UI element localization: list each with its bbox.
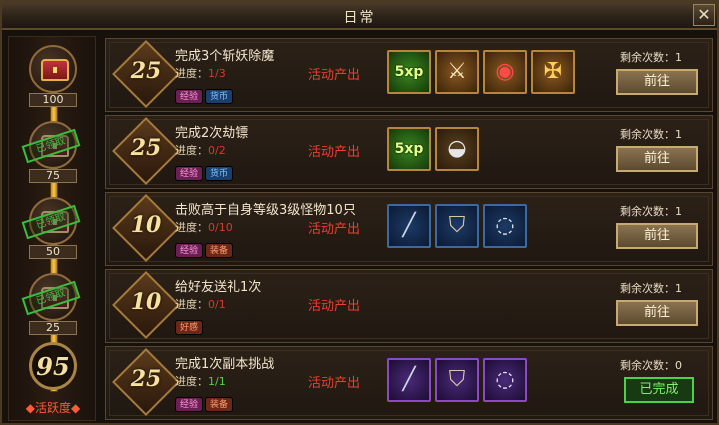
silver-ingot-icon[interactable]: ◒ [435,127,479,171]
task-name: 完成2次劫镖 [175,126,249,141]
go-button[interactable]: 前往 [616,223,698,249]
milestone-chest-100[interactable]: 100 [27,45,79,107]
armor-icon[interactable]: ⛉ [435,358,479,402]
task-row: 25 完成3个斩妖除魔 进度：1/3 经验 货币 活动产出 5xp ⚔ ◉ ✠ 剩余次数… [105,38,713,112]
reward-items: ╱ ⛉ ◌ [387,358,531,402]
milestone-value: 25 [29,321,77,335]
task-points: 25 [130,366,162,392]
reward-type-tag: 货币 [205,89,234,104]
remaining-count: 剩余次数：1 [620,128,682,141]
progress-label: 进度： [175,221,208,234]
task-name: 击败高于自身等级3级怪物10只 [175,203,356,218]
task-points: 25 [130,58,162,84]
task-points: 10 [130,289,162,315]
task-points: 10 [130,212,162,238]
wings-icon[interactable]: ⚔ [435,50,479,94]
reward-type-tag: 装备 [205,243,234,258]
reward-type-tag: 装备 [205,397,234,412]
reward-items: 5xp ◒ [387,127,483,171]
milestone-value: 75 [29,169,77,183]
armor-icon[interactable]: ⛉ [435,204,479,248]
sword-icon[interactable]: ╱ [387,358,431,402]
exp-icon[interactable]: 5xp [387,127,431,171]
reward-type-tag: 经验 [175,243,204,258]
task-name: 完成1次副本挑战 [175,357,275,372]
exp-icon[interactable]: 5xp [387,50,431,94]
reward-type-tags: 经验 货币 [175,161,235,181]
task-name: 完成3个斩妖除魔 [175,49,275,64]
jewel-icon[interactable]: ◉ [483,50,527,94]
progress-value: 1/3 [208,67,226,80]
task-source: 活动产出 [308,222,361,237]
go-button[interactable]: 前往 [616,146,698,172]
task-progress: 进度：0/2 [175,142,226,158]
task-row: 25 完成1次副本挑战 进度：1/1 经验 装备 活动产出 ╱ ⛉ ◌ 剩余次数：0 … [105,346,713,420]
reward-type-tags: 经验 货币 [175,84,235,104]
go-button[interactable]: 前往 [616,69,698,95]
reward-type-tag: 经验 [175,89,204,104]
progress-label: 进度： [175,298,208,311]
milestone-chest-50[interactable]: 已领取 50 [21,197,81,259]
activity-label: ◆活跃度◆ [25,401,81,415]
completed-badge: 已完成 [624,377,694,403]
chest-frame [29,45,77,93]
progress-label: 进度： [175,144,208,157]
milestone-value: 50 [29,245,77,259]
task-row: 25 完成2次劫镖 进度：0/2 经验 货币 活动产出 5xp ◒ 剩余次数：1 前… [105,115,713,189]
progress-value: 0/10 [208,221,233,234]
task-row: 10 击败高于自身等级3级怪物10只 进度：0/10 经验 装备 活动产出 ╱ ⛉ ◌… [105,192,713,266]
reward-type-tag: 经验 [175,166,204,181]
milestone-value: 100 [29,93,77,107]
window-title: 日常 [343,10,376,26]
task-source: 活动产出 [308,376,361,391]
task-progress: 进度：0/10 [175,219,233,235]
progress-label: 进度： [175,67,208,80]
necklace-icon[interactable]: ◌ [483,204,527,248]
reward-type-tag: 货币 [205,166,234,181]
remaining-count: 剩余次数：0 [620,359,682,372]
task-points: 25 [130,135,162,161]
remaining-count: 剩余次数：1 [620,51,682,64]
reward-type-tags: 经验 装备 [175,238,235,258]
remaining-count: 剩余次数：1 [620,282,682,295]
progress-value: 0/2 [208,144,226,157]
go-button[interactable]: 前往 [616,300,698,326]
reward-type-tag: 好感 [175,320,204,335]
progress-value: 0/1 [208,298,226,311]
reward-items: 5xp ⚔ ◉ ✠ [387,50,579,94]
sword-icon[interactable]: ╱ [387,204,431,248]
reward-type-tags: 经验 装备 [175,392,235,412]
task-source: 活动产出 [308,299,361,314]
activity-total-badge: 95 [29,342,77,390]
activity-progress-sidebar: 100 已领取 75 已领取 50 已领取 25 95 ◆活跃度◆ [8,36,96,421]
task-source: 活动产出 [308,145,361,160]
chest-icon [41,59,69,81]
task-name: 给好友送礼1次 [175,280,262,295]
progress-label: 进度： [175,375,208,388]
task-source: 活动产出 [308,68,361,83]
task-progress: 进度：0/1 [175,296,226,312]
milestone-chest-75[interactable]: 已领取 75 [21,121,81,183]
progress-value: 1/1 [208,375,226,388]
task-row: 10 给好友送礼1次 进度：0/1 好感 活动产出 剩余次数：1 前往 [105,269,713,343]
remaining-count: 剩余次数：1 [620,205,682,218]
reward-items: ╱ ⛉ ◌ [387,204,531,248]
reward-type-tags: 好感 [175,315,205,335]
task-progress: 进度：1/3 [175,65,226,81]
reward-type-tag: 经验 [175,397,204,412]
daily-window: 日常 ✕ 100 已领取 75 已领取 50 已领取 25 95 ◆活跃度◆ 2… [0,0,719,425]
necklace-icon[interactable]: ◌ [483,358,527,402]
milestone-chest-25[interactable]: 已领取 25 [21,273,81,335]
crossed-swords-icon[interactable]: ✠ [531,50,575,94]
activity-total-value: 95 [36,352,70,381]
close-button[interactable]: ✕ [693,4,715,26]
task-progress: 进度：1/1 [175,373,226,389]
title-bar: 日常 ✕ [2,2,717,30]
